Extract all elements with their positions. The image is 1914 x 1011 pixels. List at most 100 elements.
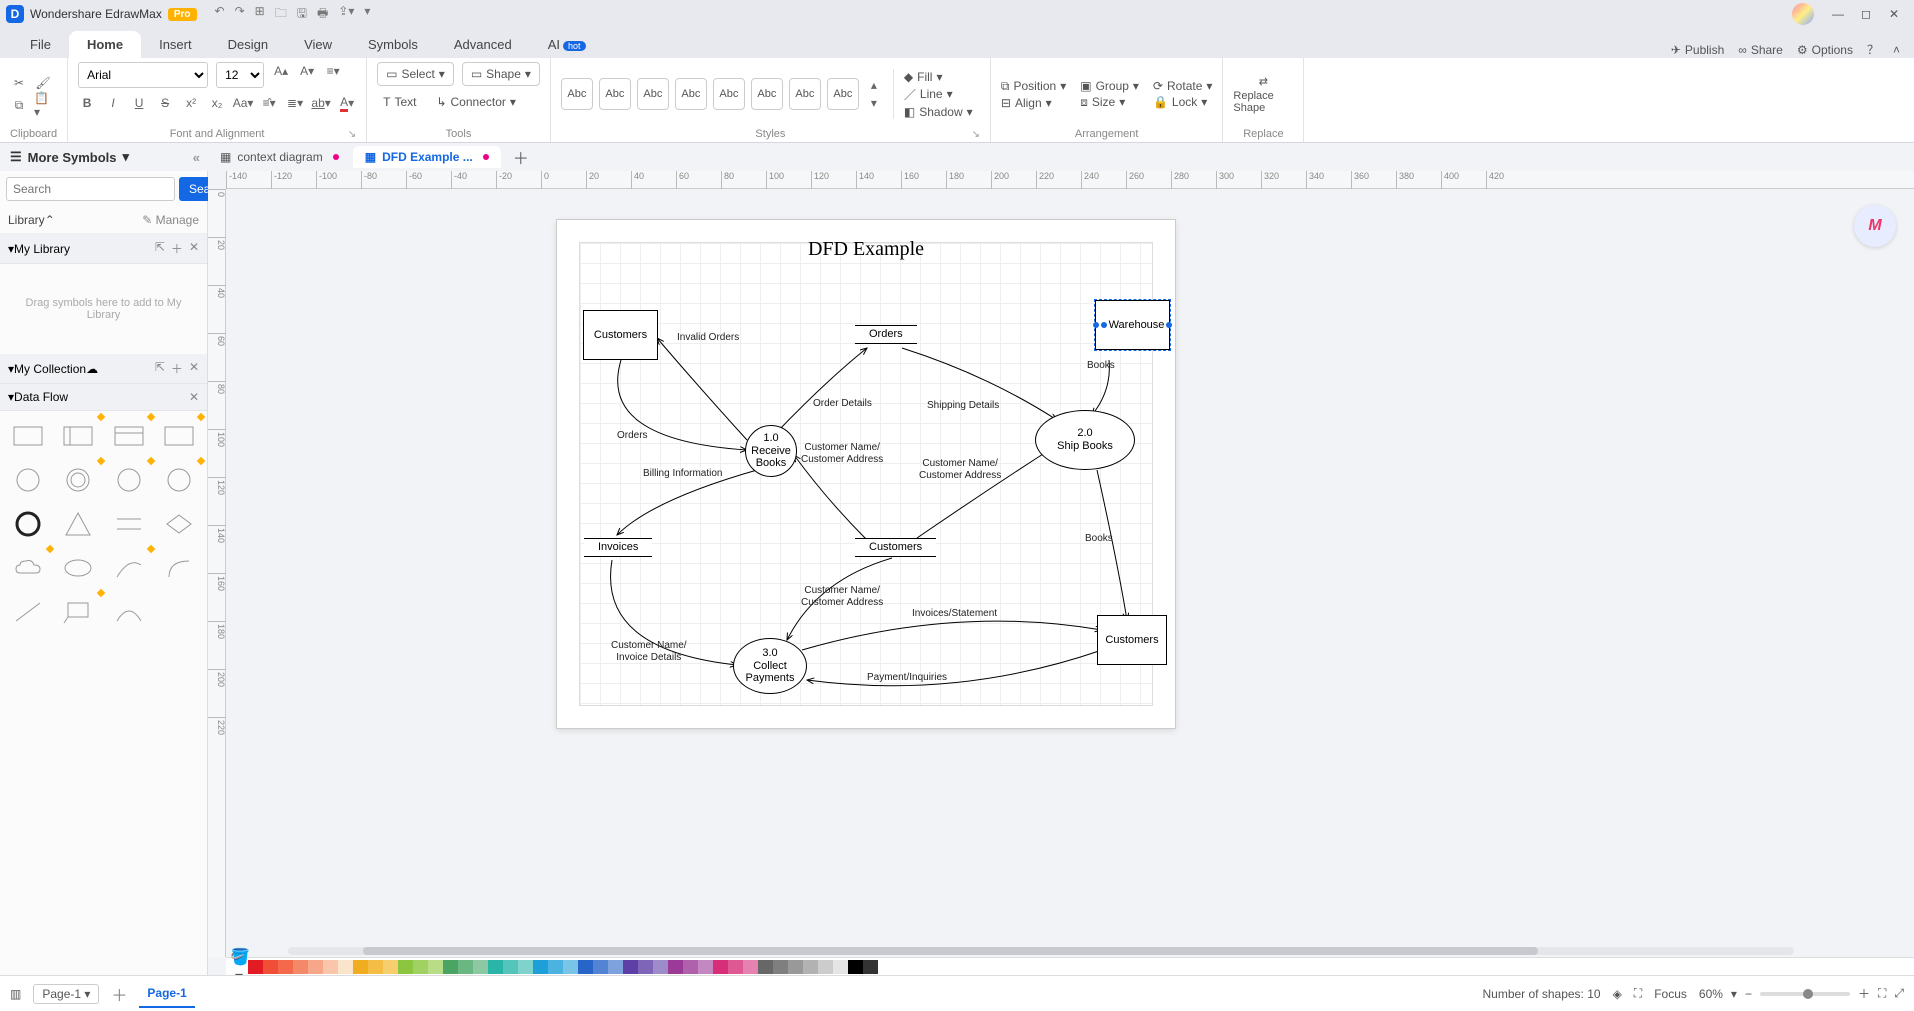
color-swatch[interactable] [833, 960, 848, 974]
color-swatch[interactable] [728, 960, 743, 974]
font-family-select[interactable]: Arial [78, 62, 208, 88]
focus-icon[interactable]: ⛶ [1634, 986, 1642, 1001]
flow-cna-p3[interactable]: Customer Name/ Customer Address [801, 585, 883, 608]
doc-tab-context-diagram[interactable]: ▦context diagram [208, 146, 351, 168]
line-spacing-icon[interactable]: ≡̂▾ [260, 94, 278, 112]
more-symbols-dropdown[interactable]: ▾ [123, 149, 130, 165]
library-expand-icon[interactable]: ⌃ [45, 213, 55, 227]
flow-billing[interactable]: Billing Information [643, 468, 722, 480]
color-swatch[interactable] [398, 960, 413, 974]
maximize-button[interactable]: ◻ [1852, 7, 1880, 21]
color-swatch[interactable] [458, 960, 473, 974]
color-swatch[interactable] [773, 960, 788, 974]
color-swatch[interactable] [383, 960, 398, 974]
publish-button[interactable]: ✈Publish [1671, 43, 1724, 57]
color-swatch[interactable] [308, 960, 323, 974]
style-preset-8[interactable]: Abc [827, 78, 859, 110]
entity-customers-1[interactable]: Customers [583, 310, 658, 360]
flow-shipping[interactable]: Shipping Details [927, 400, 999, 412]
shape-double-circle[interactable] [56, 461, 100, 499]
canvas-viewport[interactable]: DFD Example [226, 189, 1914, 957]
color-swatch[interactable] [668, 960, 683, 974]
shape-rect-left[interactable] [56, 417, 100, 455]
redo-icon[interactable]: ↷ [235, 4, 245, 25]
color-swatch[interactable] [788, 960, 803, 974]
color-swatch[interactable] [563, 960, 578, 974]
shape-triangle[interactable] [56, 505, 100, 543]
zoom-level[interactable]: 60% [1699, 987, 1723, 1001]
shape-curve[interactable] [107, 549, 151, 587]
color-swatch[interactable] [758, 960, 773, 974]
help-button[interactable]: ？ [1867, 41, 1879, 58]
tab-view[interactable]: View [286, 31, 350, 58]
tab-advanced[interactable]: Advanced [436, 31, 530, 58]
rotate-button[interactable]: ⟳Rotate ▾ [1153, 79, 1212, 93]
shape-bold-circle[interactable] [6, 505, 50, 543]
color-swatch[interactable] [248, 960, 263, 974]
flow-invoices-statement[interactable]: Invoices/Statement [912, 608, 997, 620]
open-icon[interactable]: 🗀 [275, 4, 287, 25]
color-swatch[interactable] [488, 960, 503, 974]
floating-assistant-icon[interactable]: M [1854, 205, 1896, 247]
data-flow-header[interactable]: ▾ Data Flow ✕ [0, 384, 207, 411]
zoom-out-button[interactable]: − [1745, 987, 1752, 1001]
color-swatch[interactable] [443, 960, 458, 974]
shape-rect[interactable] [6, 417, 50, 455]
entity-customers-2[interactable]: Customers [1097, 615, 1167, 665]
color-swatch[interactable] [653, 960, 668, 974]
layers-icon[interactable]: ◈ [1613, 987, 1622, 1001]
shape-arc-right[interactable] [157, 549, 201, 587]
color-swatch[interactable] [878, 960, 893, 974]
shape-callout[interactable] [56, 593, 100, 631]
export-icon[interactable]: ⇪▾ [338, 4, 354, 25]
align-button[interactable]: ⊟Align ▾ [1001, 96, 1066, 110]
shape-line[interactable] [6, 593, 50, 631]
horizontal-scrollbar[interactable] [288, 947, 1794, 957]
style-preset-5[interactable]: Abc [713, 78, 745, 110]
mylib-import-icon[interactable]: ⇱ [155, 240, 165, 257]
flow-cn-invoice[interactable]: Customer Name/ Invoice Details [611, 640, 687, 663]
style-preset-6[interactable]: Abc [751, 78, 783, 110]
share-button[interactable]: ∞Share [1738, 43, 1783, 57]
page-tab[interactable]: Page-1 [139, 980, 194, 1008]
color-swatch[interactable] [368, 960, 383, 974]
color-swatch[interactable] [743, 960, 758, 974]
mycol-close-icon[interactable]: ✕ [189, 360, 199, 377]
store-orders[interactable]: Orders [855, 325, 917, 344]
mylib-add-icon[interactable]: ＋ [171, 240, 183, 257]
shape-cloud[interactable] [6, 549, 50, 587]
size-button[interactable]: ⧈Size ▾ [1080, 95, 1139, 110]
tab-file[interactable]: File [12, 31, 69, 58]
tab-symbols[interactable]: Symbols [350, 31, 436, 58]
color-swatch[interactable] [293, 960, 308, 974]
color-swatch[interactable] [803, 960, 818, 974]
undo-icon[interactable]: ↶ [215, 4, 225, 25]
styles-dialog-icon[interactable]: ↘ [972, 129, 980, 140]
mycol-import-icon[interactable]: ⇱ [155, 360, 165, 377]
flow-books-in[interactable]: Books [1087, 360, 1115, 372]
format-painter-icon[interactable]: 🖌 [34, 74, 52, 92]
align-icon[interactable]: ≡▾ [324, 62, 342, 80]
subscript-icon[interactable]: x₂ [208, 94, 226, 112]
position-button[interactable]: ⧉Position ▾ [1001, 79, 1066, 94]
color-swatch[interactable] [548, 960, 563, 974]
flow-books-out[interactable]: Books [1085, 533, 1113, 545]
new-icon[interactable]: ⊞ [255, 4, 265, 25]
store-customers[interactable]: Customers [855, 538, 936, 557]
flow-orders[interactable]: Orders [617, 430, 648, 442]
color-swatch[interactable] [818, 960, 833, 974]
symbol-search-input[interactable] [6, 177, 175, 201]
my-library-dropzone[interactable]: Drag symbols here to add to My Library [0, 264, 207, 354]
paint-bucket-icon[interactable]: 🪣▾ [230, 947, 248, 976]
superscript-icon[interactable]: x² [182, 94, 200, 112]
color-swatch[interactable] [593, 960, 608, 974]
my-collection-header[interactable]: ▾ My Collection ☁ ⇱＋✕ [0, 354, 207, 384]
my-library-header[interactable]: ▾ My Library ⇱＋✕ [0, 234, 207, 264]
shape-rect-plain[interactable] [157, 417, 201, 455]
flow-order-details[interactable]: Order Details [813, 398, 872, 410]
color-swatch[interactable] [338, 960, 353, 974]
manage-button[interactable]: ✎ Manage [142, 213, 199, 227]
paste-icon[interactable]: 📋▾ [34, 96, 52, 114]
color-swatch[interactable] [698, 960, 713, 974]
copy-icon[interactable]: ⧉ [10, 96, 28, 114]
